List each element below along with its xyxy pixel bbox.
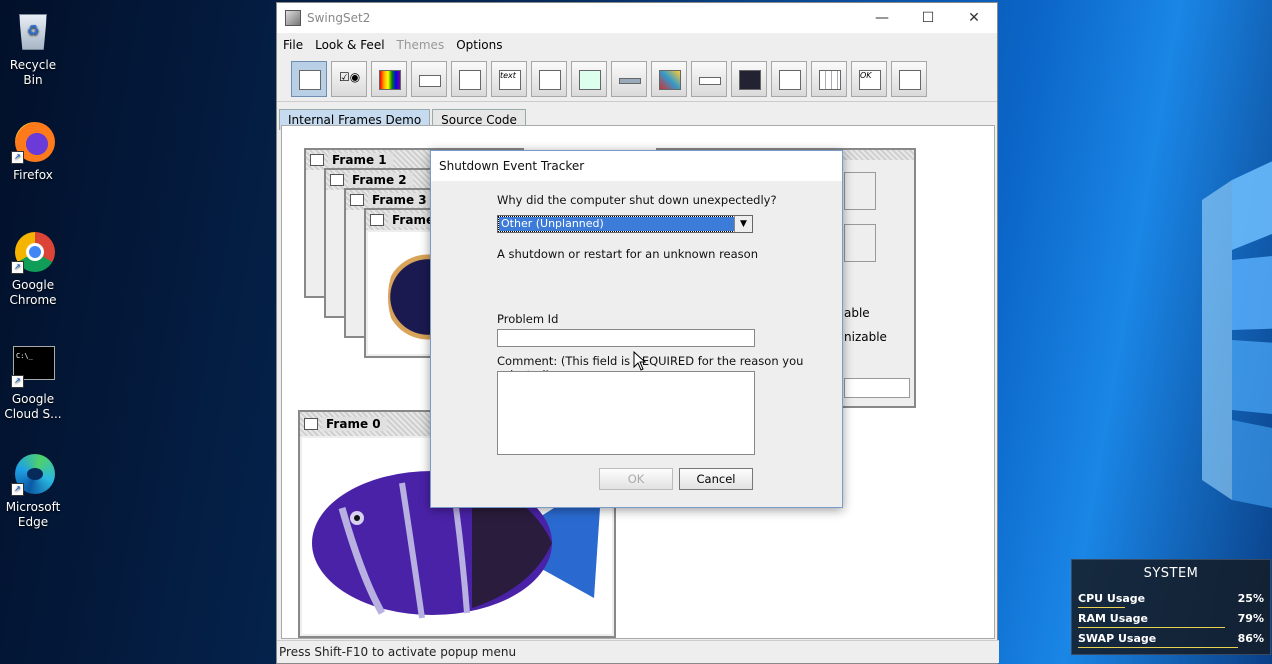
terminal-icon: C:\_ ↗ bbox=[11, 344, 55, 388]
image-button[interactable] bbox=[844, 172, 876, 210]
table-demo-icon[interactable] bbox=[811, 61, 847, 97]
desktop-icon-recycle-bin[interactable]: ♻ Recycle Bin bbox=[0, 10, 66, 88]
metric-value: 86% bbox=[1237, 632, 1264, 645]
list-demo-icon[interactable] bbox=[531, 61, 567, 97]
dialog-title: Shutdown Event Tracker bbox=[431, 151, 842, 181]
desktop-icon-firefox[interactable]: ↗ Firefox bbox=[0, 120, 66, 183]
mouse-cursor-icon bbox=[633, 351, 647, 371]
editor-pane-demo-icon[interactable]: text bbox=[491, 61, 527, 97]
problem-id-label: Problem Id bbox=[497, 312, 559, 326]
combobox-demo-icon[interactable] bbox=[411, 61, 447, 97]
reason-description: A shutdown or restart for an unknown rea… bbox=[497, 247, 758, 261]
title-bar: SwingSet2 — ☐ ✕ bbox=[277, 3, 997, 33]
shortcut-arrow-icon: ↗ bbox=[11, 483, 24, 496]
desktop-icon-chrome[interactable]: ↗ Google Chrome bbox=[0, 230, 66, 308]
usage-bar bbox=[1078, 647, 1238, 648]
cpu-usage-row: CPU Usage 25% bbox=[1078, 592, 1264, 610]
tooltip-demo-icon[interactable]: OK bbox=[851, 61, 887, 97]
menu-look-and-feel[interactable]: Look & Feel bbox=[309, 38, 390, 52]
usage-bar bbox=[1078, 607, 1125, 608]
frame-title: Frame 0 bbox=[322, 417, 387, 431]
frame-title: Frame 1 bbox=[328, 153, 393, 167]
shortcut-arrow-icon: ↗ bbox=[11, 375, 24, 388]
option-pane-demo-icon[interactable] bbox=[571, 61, 607, 97]
question-label: Why did the computer shut down unexpecte… bbox=[497, 193, 777, 207]
reason-selected-value: Other (Unplanned) bbox=[498, 216, 735, 232]
frame-icon bbox=[350, 194, 364, 206]
frame-icon bbox=[370, 214, 384, 226]
metric-value: 79% bbox=[1237, 612, 1264, 625]
menu-file[interactable]: File bbox=[277, 38, 309, 52]
menu-bar: File Look & Feel Themes Options bbox=[277, 33, 997, 57]
usage-bar bbox=[1078, 627, 1225, 628]
close-button[interactable]: ✕ bbox=[951, 3, 997, 33]
window-title: SwingSet2 bbox=[307, 11, 371, 25]
tabbed-pane-demo-icon[interactable] bbox=[771, 61, 807, 97]
demo-toolbar: ☑◉ text OK bbox=[277, 57, 997, 102]
option-label: able bbox=[844, 306, 870, 320]
frame-title: Frame 3 bbox=[368, 193, 433, 207]
desktop-icon-edge[interactable]: ↗ Microsoft Edge bbox=[0, 452, 66, 530]
metric-name: SWAP Usage bbox=[1078, 632, 1157, 645]
chrome-icon: ↗ bbox=[11, 230, 55, 274]
maximize-button[interactable]: ☐ bbox=[905, 3, 951, 33]
image-button[interactable] bbox=[844, 224, 876, 262]
shortcut-arrow-icon: ↗ bbox=[11, 261, 24, 274]
frame-title-field[interactable] bbox=[844, 378, 910, 398]
chevron-down-icon[interactable]: ▼ bbox=[734, 216, 752, 232]
shutdown-event-tracker-dialog: Shutdown Event Tracker Why did the compu… bbox=[430, 150, 843, 508]
menu-options[interactable]: Options bbox=[450, 38, 508, 52]
ram-usage-row: RAM Usage 79% bbox=[1078, 612, 1264, 630]
java-app-icon bbox=[285, 10, 301, 26]
system-monitor-widget: SYSTEM CPU Usage 25% RAM Usage 79% SWAP … bbox=[1071, 559, 1271, 655]
color-chooser-demo-icon[interactable] bbox=[371, 61, 407, 97]
frame-icon bbox=[310, 154, 324, 166]
widget-title: SYSTEM bbox=[1143, 566, 1199, 581]
slider-demo-icon[interactable] bbox=[691, 61, 727, 97]
minimize-button[interactable]: — bbox=[859, 3, 905, 33]
desktop-icon-label: Recycle Bin bbox=[9, 58, 57, 87]
comment-textarea[interactable] bbox=[497, 371, 755, 455]
frame-icon bbox=[330, 174, 344, 186]
file-chooser-demo-icon[interactable] bbox=[451, 61, 487, 97]
frame-icon bbox=[304, 418, 318, 430]
reason-combobox[interactable]: Other (Unplanned) ▼ bbox=[497, 215, 753, 233]
edge-icon: ↗ bbox=[11, 452, 55, 496]
split-pane-demo-icon[interactable] bbox=[731, 61, 767, 97]
desktop-icon-label: Microsoft Edge bbox=[5, 500, 61, 529]
metric-name: CPU Usage bbox=[1078, 592, 1146, 605]
metric-value: 25% bbox=[1237, 592, 1264, 605]
desktop-icon-label: Google Chrome bbox=[9, 278, 57, 307]
cancel-button[interactable]: Cancel bbox=[679, 468, 753, 490]
shortcut-arrow-icon: ↗ bbox=[11, 151, 24, 164]
recycle-bin-icon: ♻ bbox=[11, 10, 55, 54]
swap-usage-row: SWAP Usage 86% bbox=[1078, 632, 1264, 650]
frame-title: Frame 2 bbox=[348, 173, 413, 187]
desktop-icon-label: Google Cloud S... bbox=[4, 392, 62, 421]
problem-id-field[interactable] bbox=[497, 329, 755, 347]
option-label: nizable bbox=[844, 330, 887, 344]
scroll-pane-demo-icon[interactable] bbox=[651, 61, 687, 97]
status-bar: Press Shift-F10 to activate popup menu bbox=[277, 640, 999, 663]
internal-frames-demo-icon[interactable] bbox=[291, 61, 327, 97]
desktop-icon-cloud-sdk[interactable]: C:\_ ↗ Google Cloud S... bbox=[0, 344, 66, 422]
metric-name: RAM Usage bbox=[1078, 612, 1148, 625]
buttons-demo-icon[interactable]: ☑◉ bbox=[331, 61, 367, 97]
tree-demo-icon[interactable] bbox=[891, 61, 927, 97]
ok-button: OK bbox=[599, 468, 673, 490]
desktop-icon-label: Firefox bbox=[13, 168, 53, 182]
progress-bar-demo-icon[interactable] bbox=[611, 61, 647, 97]
menu-themes: Themes bbox=[396, 38, 445, 52]
firefox-icon: ↗ bbox=[11, 120, 55, 164]
